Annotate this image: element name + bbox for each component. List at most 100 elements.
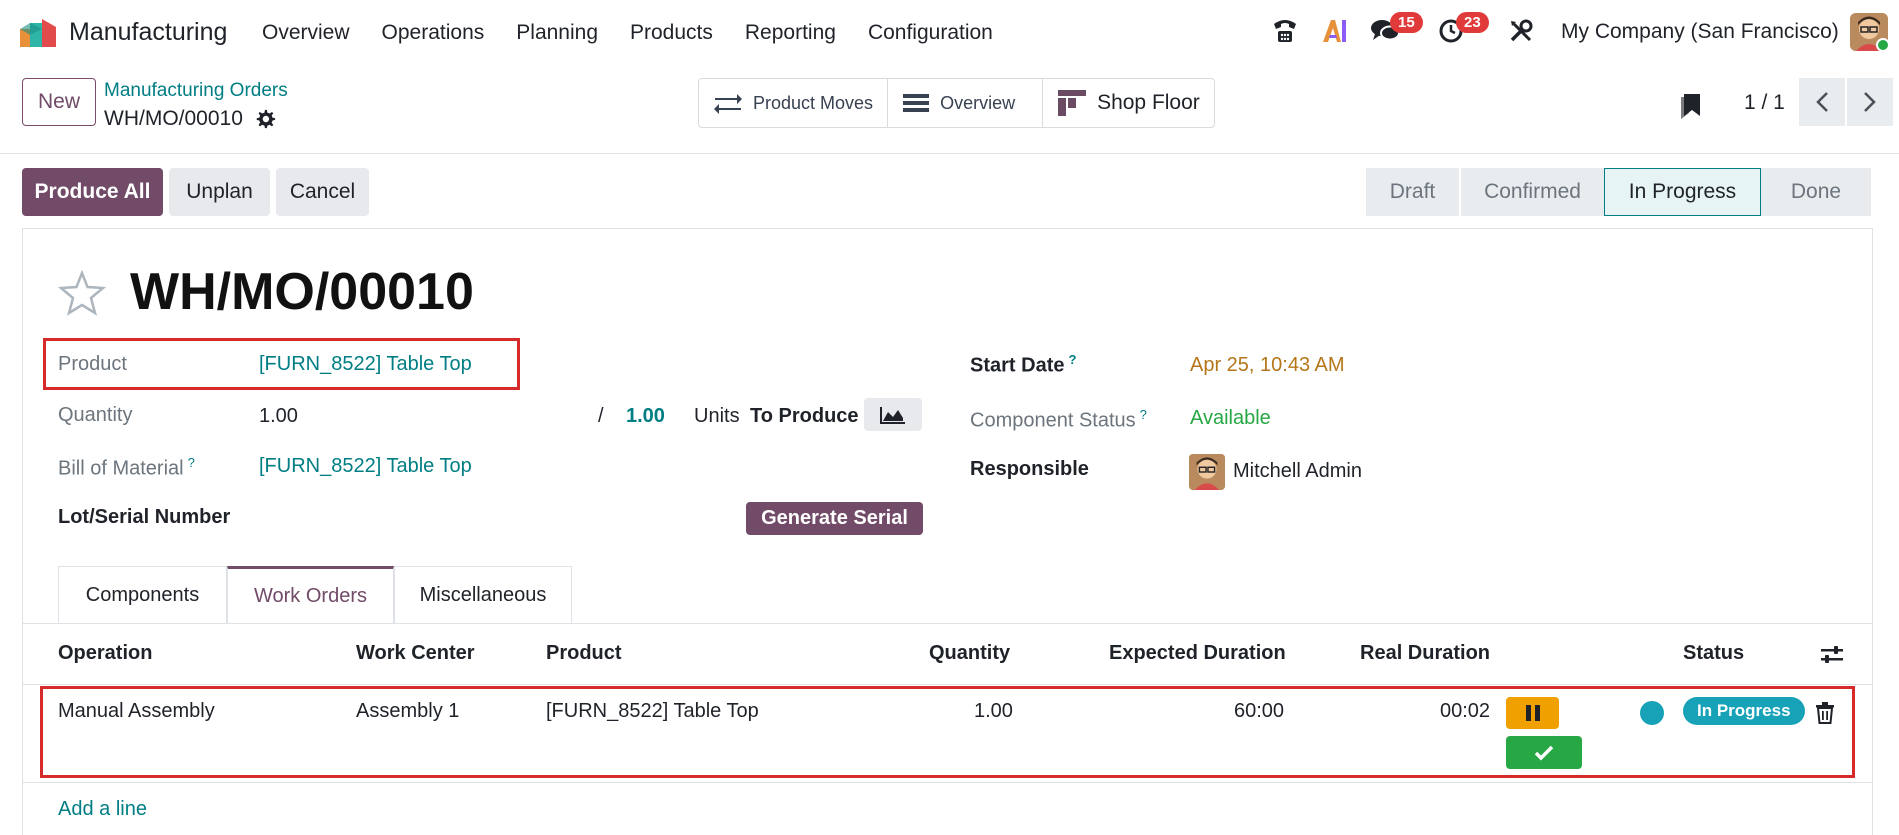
pause-icon (1525, 705, 1540, 721)
stage-confirmed[interactable]: Confirmed (1459, 168, 1604, 216)
forecast-chart-button[interactable] (864, 398, 922, 431)
col-expected-duration[interactable]: Expected Duration (1109, 642, 1286, 665)
start-date-help-mark[interactable]: ? (1068, 352, 1076, 367)
bom-label: Bill of Material? (58, 455, 195, 480)
produce-all-button[interactable]: Produce All (22, 168, 163, 216)
col-quantity[interactable]: Quantity (929, 642, 1010, 665)
activities-badge: 23 (1456, 12, 1489, 33)
menu-overview[interactable]: Overview (262, 21, 350, 45)
quantity-input[interactable]: 1.00 (259, 405, 298, 428)
chevron-right-icon (1864, 92, 1876, 112)
manufacturing-app-icon[interactable] (18, 17, 58, 47)
bom-field[interactable]: [FURN_8522] Table Top (259, 455, 472, 478)
responsible-avatar (1189, 454, 1225, 490)
product-field[interactable]: [FURN_8522] Table Top (259, 353, 472, 376)
col-operation[interactable]: Operation (58, 642, 152, 665)
work-order-highlight-box (40, 686, 1855, 778)
star-icon[interactable] (58, 270, 106, 316)
trash-icon[interactable] (1815, 702, 1835, 724)
breadcrumb-current: WH/MO/00010 (104, 107, 243, 130)
company-switcher[interactable]: My Company (San Francisco) (1561, 20, 1839, 44)
stage-done[interactable]: Done (1761, 168, 1871, 216)
chevron-left-icon (1816, 92, 1828, 112)
tools-icon[interactable] (1504, 14, 1538, 48)
bookmark-icon[interactable] (1678, 90, 1704, 120)
shop-floor-icon (1058, 90, 1087, 116)
breadcrumb-parent[interactable]: Manufacturing Orders (104, 80, 288, 102)
tab-components[interactable]: Components (58, 566, 227, 624)
menu-operations[interactable]: Operations (382, 21, 485, 45)
cell-expected-duration[interactable]: 60:00 (1234, 700, 1284, 723)
control-panel: New Manufacturing Orders WH/MO/00010 Pro… (0, 64, 1899, 154)
menu-configuration[interactable]: Configuration (868, 21, 993, 45)
record-title: WH/MO/00010 (130, 263, 474, 321)
responsible-label: Responsible (970, 458, 1089, 480)
pause-button[interactable] (1506, 697, 1559, 729)
component-status-help-mark[interactable]: ? (1140, 407, 1147, 422)
ai-icon[interactable] (1318, 14, 1352, 48)
transfer-icon (714, 94, 742, 114)
gear-icon[interactable] (254, 108, 276, 130)
pager-value[interactable]: 1 / 1 (1744, 91, 1785, 115)
units-field[interactable]: Units (694, 405, 740, 428)
table-header-divider (22, 684, 1873, 685)
start-date-label: Start Date? (970, 352, 1077, 377)
menu-products[interactable]: Products (630, 21, 713, 45)
lot-serial-label: Lot/Serial Number (58, 506, 231, 528)
product-label: Product (58, 353, 127, 375)
component-status-label: Component Status? (970, 407, 1147, 432)
stage-pipeline: Draft Confirmed In Progress Done (1366, 168, 1871, 216)
generate-serial-button[interactable]: Generate Serial (746, 502, 923, 535)
top-navbar: Manufacturing Overview Operations Planni… (0, 0, 1899, 64)
work-order-state-dot (1640, 701, 1664, 725)
overview-button[interactable]: Overview (888, 79, 1044, 127)
responsible-field[interactable]: Mitchell Admin (1233, 460, 1362, 483)
new-button[interactable]: New (22, 78, 96, 126)
app-name[interactable]: Manufacturing (69, 18, 227, 47)
col-real-duration[interactable]: Real Duration (1360, 642, 1490, 665)
area-chart-icon (880, 406, 905, 424)
messages-badge: 15 (1390, 12, 1423, 33)
tab-miscellaneous[interactable]: Miscellaneous (394, 566, 572, 624)
overview-label: Overview (940, 92, 1016, 113)
shop-floor-button[interactable]: Shop Floor (1043, 79, 1214, 127)
to-produce-label: To Produce (750, 405, 859, 427)
table-row-divider (22, 782, 1873, 783)
menu-planning[interactable]: Planning (516, 21, 598, 45)
col-product[interactable]: Product (546, 642, 622, 665)
product-moves-label: Product Moves (753, 92, 874, 113)
tab-work-orders[interactable]: Work Orders (227, 566, 394, 624)
form-statusbar: Produce All Unplan Cancel Draft Confirme… (0, 154, 1899, 228)
menu-reporting[interactable]: Reporting (745, 21, 836, 45)
add-line-link[interactable]: Add a line (58, 798, 147, 821)
smart-buttons: Product Moves Overview Shop Floor (698, 78, 1215, 128)
pager-next-button[interactable] (1847, 78, 1893, 126)
quantity-separator: / (598, 405, 604, 427)
product-moves-button[interactable]: Product Moves (699, 79, 889, 127)
col-status[interactable]: Status (1683, 642, 1744, 665)
cell-work-center[interactable]: Assembly 1 (356, 700, 459, 723)
col-work-center[interactable]: Work Center (356, 642, 475, 665)
status-badge: In Progress (1683, 697, 1805, 725)
cell-quantity[interactable]: 1.00 (974, 700, 1013, 723)
mark-done-button[interactable] (1506, 736, 1582, 769)
cell-real-duration[interactable]: 00:02 (1440, 700, 1490, 723)
shop-floor-label: Shop Floor (1097, 91, 1200, 114)
phone-icon[interactable] (1268, 14, 1302, 48)
quantity-total: 1.00 (626, 405, 665, 427)
notebook-tabs: Components Work Orders Miscellaneous (58, 566, 572, 624)
main-menu: Overview Operations Planning Products Re… (262, 21, 1025, 45)
list-icon (903, 94, 930, 112)
online-status-dot (1876, 38, 1890, 52)
cell-operation[interactable]: Manual Assembly (58, 700, 215, 723)
unplan-button[interactable]: Unplan (169, 168, 270, 216)
optional-columns-icon[interactable] (1820, 644, 1844, 666)
quantity-label: Quantity (58, 404, 133, 426)
stage-draft[interactable]: Draft (1366, 168, 1459, 216)
cell-product[interactable]: [FURN_8522] Table Top (546, 700, 759, 723)
start-date-field[interactable]: Apr 25, 10:43 AM (1190, 354, 1345, 377)
cancel-button[interactable]: Cancel (276, 168, 369, 216)
pager-previous-button[interactable] (1799, 78, 1845, 126)
bom-help-mark[interactable]: ? (188, 455, 195, 470)
stage-in-progress[interactable]: In Progress (1604, 168, 1761, 216)
